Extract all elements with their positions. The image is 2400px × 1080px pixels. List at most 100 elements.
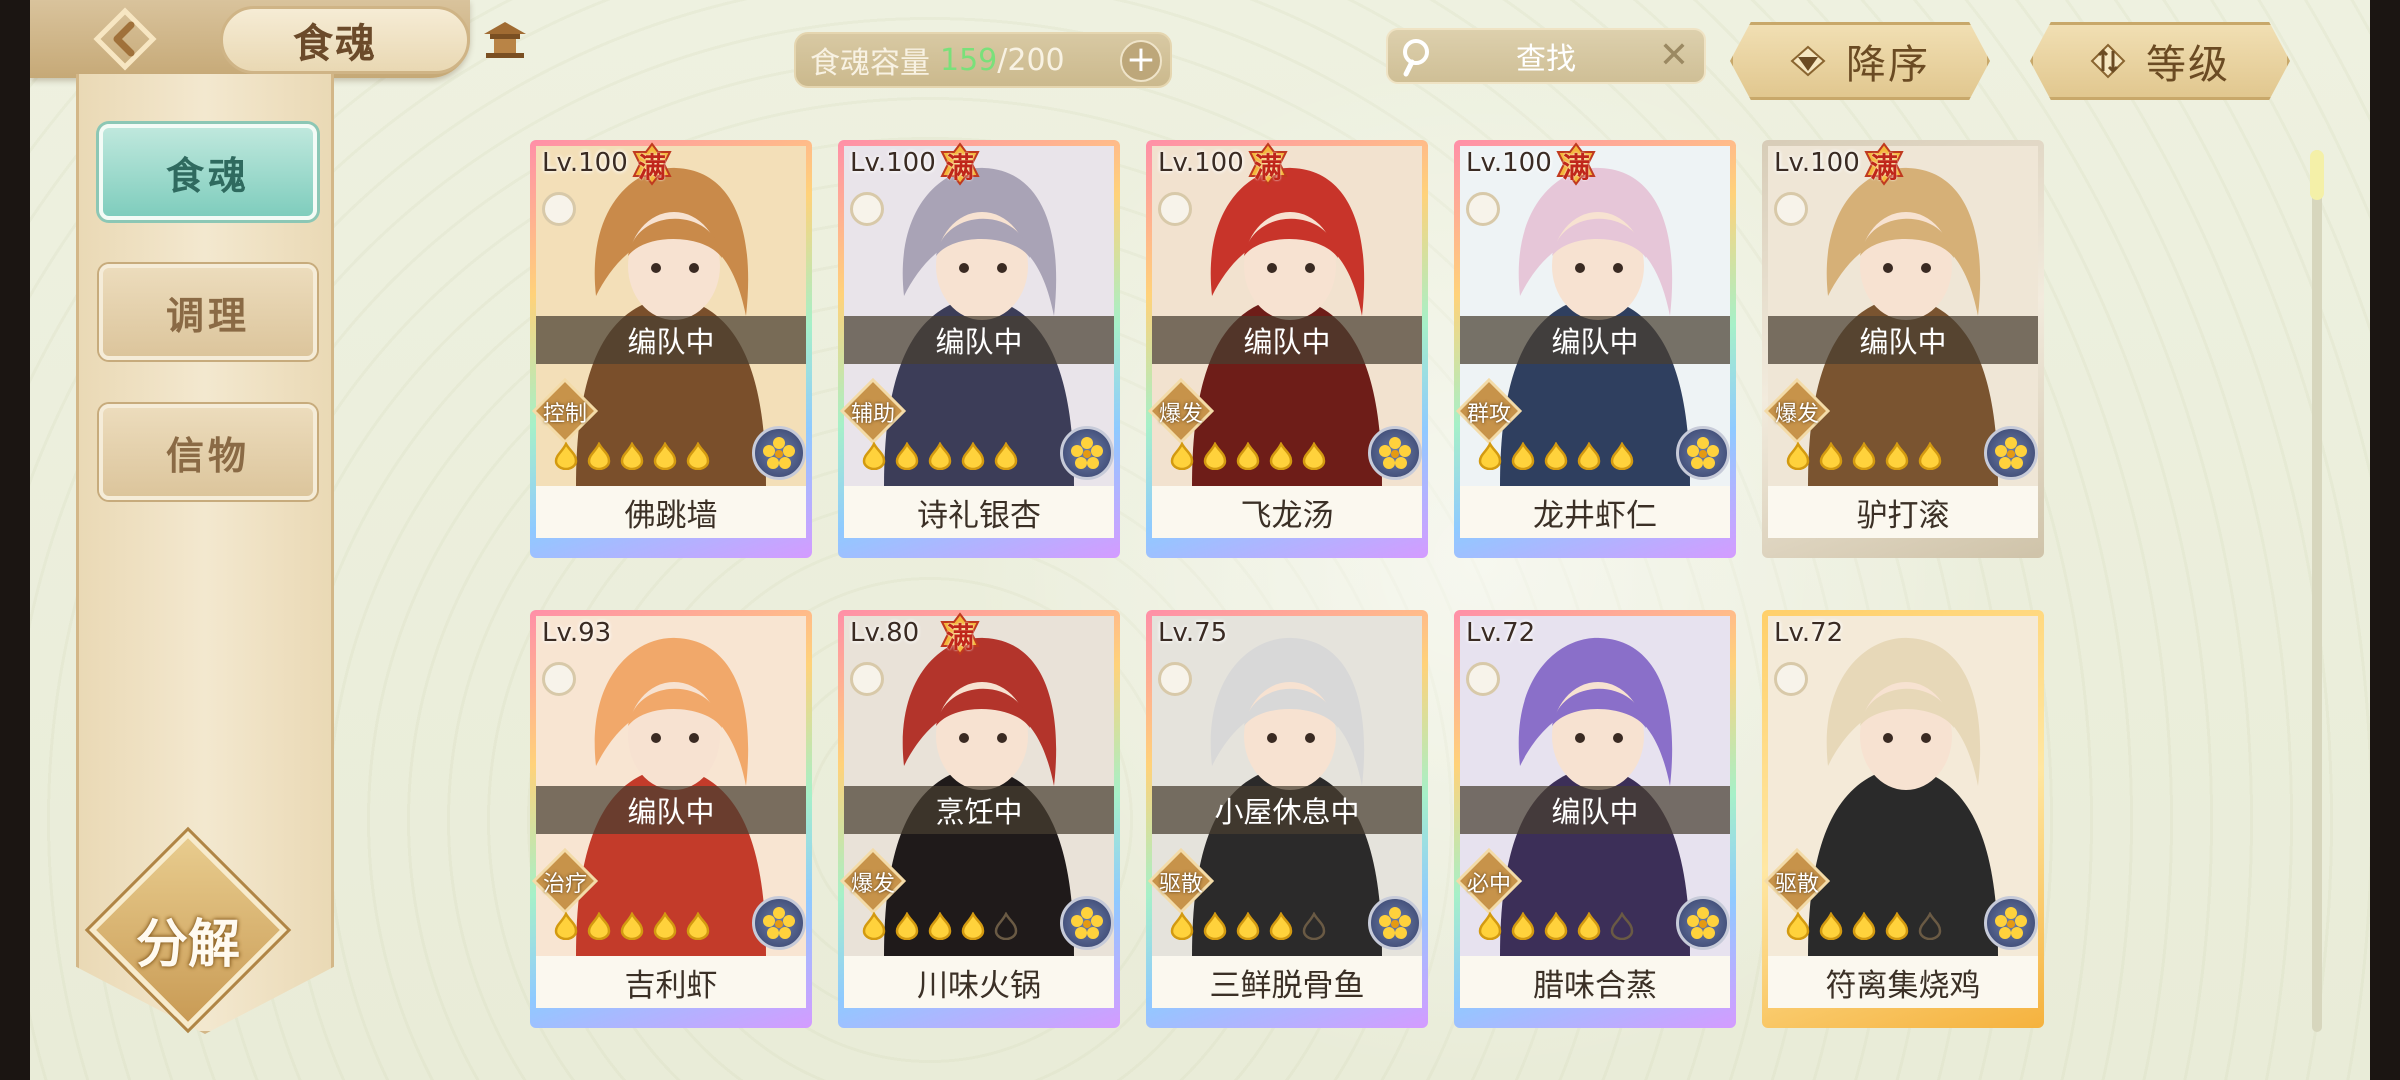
sidebar-item-tokens[interactable]: 信物: [99, 404, 317, 500]
star-flame-icon: [1269, 912, 1293, 940]
card-level: Lv.100: [542, 148, 628, 178]
max-badge-text: 满: [1869, 151, 1898, 184]
empty-flame-icon: [1610, 912, 1634, 940]
card-status: 编队中: [627, 325, 715, 359]
card-level: Lv.75: [1158, 618, 1228, 648]
flower-emblem-icon: [1060, 896, 1114, 950]
card-name: 龙井虾仁: [1533, 497, 1657, 534]
star-flame-icon: [1302, 442, 1326, 470]
star-rating: [860, 912, 1020, 940]
star-flame-icon: [928, 442, 952, 470]
pavilion-home-icon[interactable]: [480, 14, 530, 64]
card-level: Lv.80: [850, 618, 920, 648]
role-badge: 爆发: [1762, 376, 1832, 446]
star-flame-icon: [1885, 912, 1909, 940]
card-name: 飞龙汤: [1240, 497, 1334, 534]
food-soul-card[interactable]: 吉利虾 Lv.93 编队中 治疗: [530, 610, 812, 1028]
star-flame-icon: [1170, 442, 1194, 470]
sort-descending-icon: [1790, 45, 1826, 77]
sort-order-label: 降序: [1846, 42, 1930, 88]
favorite-icon[interactable]: [1158, 662, 1192, 696]
max-badge-text: 满: [1253, 151, 1282, 184]
favorite-icon[interactable]: [1466, 662, 1500, 696]
sidebar-item-label: 食魂: [165, 152, 250, 198]
role-label: 驱散: [1774, 872, 1819, 897]
star-flame-icon: [1544, 912, 1568, 940]
card-nameplate: 吉利虾: [536, 956, 806, 1008]
food-soul-card[interactable]: 诗礼银杏 Lv.100 满 编队中 辅助: [838, 140, 1120, 558]
back-button[interactable]: [30, 0, 220, 78]
flower-icon: [763, 437, 795, 469]
favorite-icon[interactable]: [1158, 192, 1192, 226]
sort-field-button[interactable]: 等级: [2030, 22, 2290, 100]
favorite-icon[interactable]: [1466, 192, 1500, 226]
star-rating: [1168, 442, 1328, 470]
star-flame-icon: [1610, 442, 1634, 470]
flower-emblem-icon: [1060, 426, 1114, 480]
flower-emblem-icon: [1984, 426, 2038, 480]
card-status: 编队中: [1551, 325, 1639, 359]
scrollbar-thumb[interactable]: [2310, 150, 2324, 200]
food-soul-card[interactable]: 驴打滚 Lv.100 满 编队中 爆发: [1762, 140, 2044, 558]
star-rating: [1476, 912, 1636, 940]
star-flame-icon: [1203, 442, 1227, 470]
favorite-icon[interactable]: [850, 192, 884, 226]
star-flame-icon: [587, 912, 611, 940]
star-flame-icon: [928, 912, 952, 940]
food-soul-card[interactable]: 腊味合蒸 Lv.72 编队中 必中: [1454, 610, 1736, 1028]
card-status-banner: 编队中: [844, 316, 1114, 364]
star-flame-icon: [1852, 912, 1876, 940]
star-flame-icon: [1819, 442, 1843, 470]
food-soul-card[interactable]: 川味火锅 Lv.80 满 烹饪中 爆发: [838, 610, 1120, 1028]
star-rating: [552, 442, 712, 470]
card-level: Lv.100: [1466, 148, 1552, 178]
favorite-icon[interactable]: [850, 662, 884, 696]
food-soul-card[interactable]: 佛跳墙 Lv.100 满 编队中 控制: [530, 140, 812, 558]
favorite-icon[interactable]: [542, 662, 576, 696]
favorite-icon[interactable]: [1774, 662, 1808, 696]
star-flame-icon: [1511, 442, 1535, 470]
flower-emblem-icon: [752, 896, 806, 950]
star-flame-icon: [686, 912, 710, 940]
star-flame-icon: [653, 442, 677, 470]
card-status: 编队中: [1243, 325, 1331, 359]
flower-icon: [1995, 907, 2027, 939]
decompose-button[interactable]: 分解: [89, 831, 287, 1029]
card-level: Lv.72: [1774, 618, 1844, 648]
page-title-tab: 食魂: [220, 6, 470, 74]
flower-icon: [763, 907, 795, 939]
star-flame-icon: [1269, 442, 1293, 470]
favorite-icon[interactable]: [1774, 192, 1808, 226]
card-status: 烹饪中: [935, 795, 1023, 829]
favorite-icon[interactable]: [542, 192, 576, 226]
star-rating: [1168, 912, 1328, 940]
star-flame-icon: [895, 912, 919, 940]
empty-flame-icon: [1918, 912, 1942, 940]
search-field[interactable]: 查找 ✕: [1386, 28, 1706, 84]
food-soul-card[interactable]: 龙井虾仁 Lv.100 满 编队中 群攻: [1454, 140, 1736, 558]
star-flame-icon: [862, 442, 886, 470]
clear-search-icon[interactable]: ✕: [1654, 36, 1694, 76]
card-nameplate: 龙井虾仁: [1460, 486, 1730, 538]
decompose-label: 分解: [135, 914, 240, 975]
food-soul-card[interactable]: 符离集烧鸡 Lv.72 驱散: [1762, 610, 2044, 1028]
role-badge: 爆发: [1146, 376, 1216, 446]
card-status-banner: 小屋休息中: [1152, 786, 1422, 834]
role-label: 辅助: [850, 402, 895, 427]
card-nameplate: 驴打滚: [1768, 486, 2038, 538]
food-soul-card[interactable]: 飞龙汤 Lv.100 满 编队中 爆发: [1146, 140, 1428, 558]
star-flame-icon: [587, 442, 611, 470]
star-flame-icon: [1170, 912, 1194, 940]
sidebar-item-label: 信物: [165, 432, 250, 478]
card-status-banner: 编队中: [1460, 316, 1730, 364]
scrollbar-track[interactable]: [2312, 150, 2322, 1032]
card-nameplate: 川味火锅: [844, 956, 1114, 1008]
food-soul-card[interactable]: 三鲜脱骨鱼 Lv.75 小屋休息中 驱散: [1146, 610, 1428, 1028]
sidebar-item-food-souls[interactable]: 食魂: [99, 124, 317, 220]
sidebar-item-conditioning[interactable]: 调理: [99, 264, 317, 360]
card-level: Lv.100: [1158, 148, 1244, 178]
star-rating: [860, 442, 1020, 470]
sort-order-button[interactable]: 降序: [1730, 22, 1990, 100]
add-capacity-button[interactable]: +: [1120, 40, 1162, 82]
flower-emblem-icon: [1676, 896, 1730, 950]
